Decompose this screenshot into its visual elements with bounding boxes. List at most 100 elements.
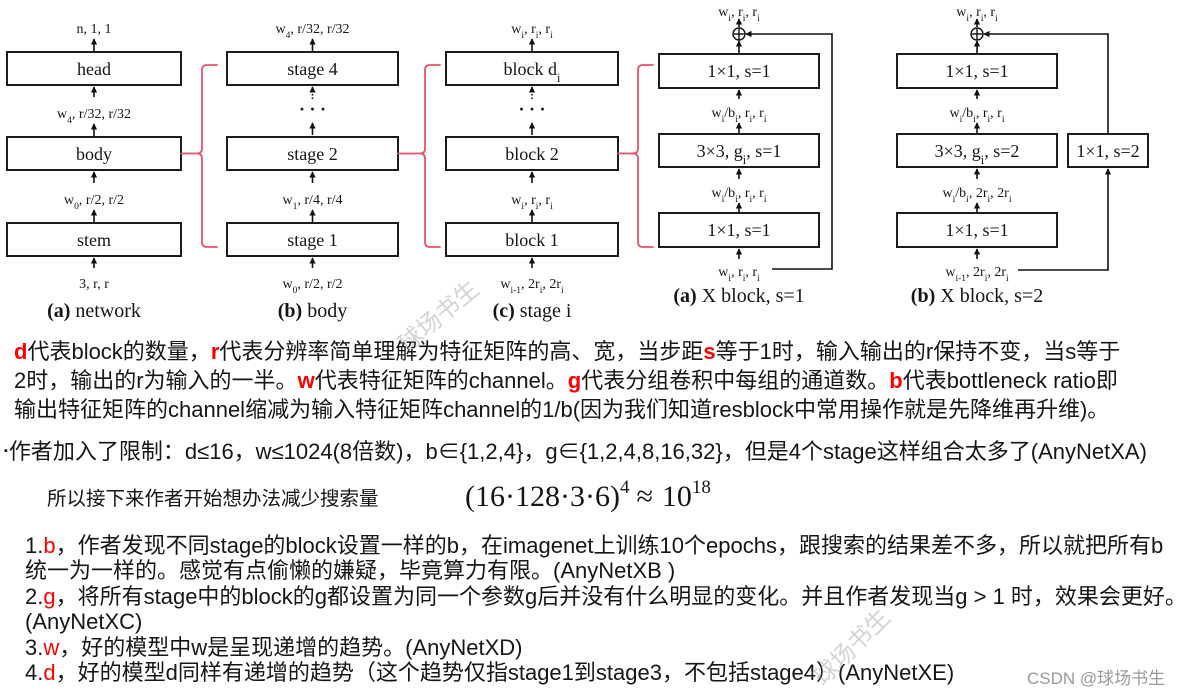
text-run: , s=2	[984, 141, 1019, 161]
subscript: i	[757, 14, 760, 24]
bullet-icon: ▪	[4, 445, 8, 457]
caption-tag: (a)	[673, 285, 696, 307]
body-caption: (b) body	[278, 300, 347, 322]
conv1x1-in-output-label: wi/bi, ri, ri	[712, 186, 767, 205]
text-run: , r	[731, 265, 743, 280]
text-run: stem	[77, 230, 111, 250]
subscript: i-1	[510, 286, 521, 296]
finding-text: ，作者发现不同stage的block设置一样的b，在imagenet上训练10个…	[55, 533, 1164, 558]
stage1-output-label: w1, r/4, r/4	[283, 193, 343, 212]
subscript: i	[1009, 195, 1012, 205]
stem-output-label: w0, r/2, r/2	[64, 193, 124, 212]
csdn-author-watermark: CSDN @球场书生	[1027, 669, 1166, 688]
stage-caption: (c) stage i	[493, 300, 572, 322]
text-run: , 2r	[966, 265, 985, 280]
findings-list: 1.b，作者发现不同stage的block设置一样的b，在imagenet上训练…	[25, 533, 1187, 685]
subscript: i-1	[955, 274, 966, 284]
formula-exponent: 4	[619, 477, 630, 498]
network-caption: (a) network	[47, 300, 141, 322]
finding-text: ，将所有stage中的block的g都设置为同一个参数g后并没有什么明显的变化。…	[55, 583, 1187, 609]
text-run: stage 2	[287, 144, 337, 164]
text-run: , 2r	[969, 186, 988, 201]
xblock-input-label: wi, ri, ri	[718, 265, 760, 284]
text-run: head	[77, 59, 111, 79]
text-run: , r/2, r/2	[79, 193, 124, 208]
subscript: i	[757, 274, 760, 284]
head-box-label: head	[77, 59, 111, 79]
finding-key: g	[43, 583, 56, 609]
stage2-box-label: stage 2	[287, 144, 337, 164]
text-run: , 2r	[987, 265, 1006, 280]
xblock-s1-diagram: wi, ri, ri 1×1, s=1 wi/bi, ri, ri 3×3, g…	[658, 5, 833, 307]
caption-text: X block, s=2	[940, 285, 1043, 307]
formula-base: (16·128·3·6)	[465, 480, 620, 513]
subscript: i	[1006, 274, 1009, 284]
definition-text: 等于1时，输入输出的r保持不变，当s等于	[715, 339, 1121, 364]
text-run: , r	[752, 106, 764, 121]
finding-item: 3.w，好的模型中w是呈现递增的趋势。(AnyNetXD)	[25, 635, 1187, 660]
text-run: , 2r	[990, 186, 1009, 201]
text-run: 1×1, s=1	[707, 61, 770, 81]
stage-input-label: wi-1, 2ri, 2ri	[500, 277, 564, 296]
var-b-highlight: b	[889, 368, 903, 393]
text-run: , r	[524, 193, 536, 208]
finding-text: ，好的模型中w是呈现递增的趋势。(AnyNetXD)	[59, 634, 523, 660]
body-diagram: w4, r/32, r/32 stage 4 · · · stage 2 w1,…	[226, 22, 399, 322]
text-run: , 2r	[542, 277, 561, 292]
conv3x3-output-label: wi/bi, ri, ri	[712, 106, 767, 125]
constraint-text: 作者加入了限制：d≤16，w≤1024(8倍数)，b∈{1,2,4}，g∈{1,…	[8, 439, 1147, 464]
body-input-label: w0, r/2, r/2	[283, 277, 343, 296]
variable-definitions: d代表block的数量，r代表分辨率简单理解为特征矩阵的高、宽，当步距s等于1时…	[14, 337, 1120, 424]
text-run: 3×3, g	[935, 141, 981, 161]
expansion-bracket	[180, 64, 218, 248]
ellipsis: · · ·	[299, 99, 326, 119]
text-run: 3, r, r	[79, 277, 109, 292]
text-run: , r	[745, 265, 757, 280]
text-run: , s=1	[746, 141, 781, 161]
formula-rhs-base: 10	[661, 480, 692, 513]
caption-tag: (b)	[278, 300, 302, 322]
text-run: , r/2, r/2	[297, 277, 342, 292]
text-run: , r/32, r/32	[290, 22, 349, 37]
text-run: 1×1, s=1	[945, 220, 1008, 240]
text-run: /b	[724, 186, 735, 201]
finding-text: (AnyNetXC)	[25, 609, 143, 635]
sum-icon	[732, 27, 746, 41]
text-run: 1×1, s=2	[1076, 141, 1139, 161]
conv1x1-out-label: 1×1, s=1	[945, 61, 1008, 81]
finding-key: d	[43, 660, 56, 686]
xblock-s2-caption: (b) X block, s=2	[911, 285, 1043, 307]
finding-number: 4.	[25, 660, 44, 686]
text-run: stage 1	[287, 230, 337, 250]
caption-text: stage i	[520, 300, 572, 322]
expansion-bracket	[397, 64, 441, 248]
var-g-highlight: g	[567, 368, 582, 393]
text-run: , r	[990, 106, 1002, 121]
network-diagram: n, 1, 1 head w4, r/32, r/32 body w0, r/2…	[6, 22, 182, 322]
finding-key: w	[43, 634, 60, 660]
subscript: i	[557, 71, 561, 85]
caption-tag: (a)	[47, 300, 70, 322]
subscript: i	[561, 286, 564, 296]
text-run: block d	[504, 59, 558, 79]
subscript: i	[764, 115, 767, 125]
constraint-bullet-item: ▪作者加入了限制：d≤16，w≤1024(8倍数)，b∈{1,2,4}，g∈{1…	[4, 437, 1147, 466]
text-run: , r	[524, 22, 536, 37]
definition-line: d代表block的数量，r代表分辨率简单理解为特征矩阵的高、宽，当步距s等于1时…	[14, 337, 1120, 366]
formula-rhs-exponent: 18	[691, 477, 711, 498]
finding-key: b	[43, 533, 56, 558]
subscript: i	[550, 202, 553, 212]
finding-number: 1.	[25, 533, 44, 558]
finding-item: 1.b，作者发现不同stage的block设置一样的b，在imagenet上训练…	[25, 533, 1187, 584]
text-run: 3×3, g	[697, 141, 743, 161]
text-run: block 1	[505, 230, 559, 250]
text-run: block 2	[505, 144, 559, 164]
regnet-architecture-diagram: n, 1, 1 head w4, r/32, r/32 body w0, r/2…	[6, 5, 1149, 322]
ellipsis: · · ·	[518, 99, 545, 119]
subscript: i	[995, 14, 998, 24]
xblock-input-label: wi-1, 2ri, 2ri	[945, 265, 1009, 284]
expansion-bracket	[617, 64, 654, 248]
text-run: 1×1, s=1	[707, 220, 770, 240]
finding-item: 2.g，将所有stage中的block的g都设置为同一个参数g后并没有什么明显的…	[25, 584, 1187, 635]
text-run: , r	[983, 5, 995, 20]
